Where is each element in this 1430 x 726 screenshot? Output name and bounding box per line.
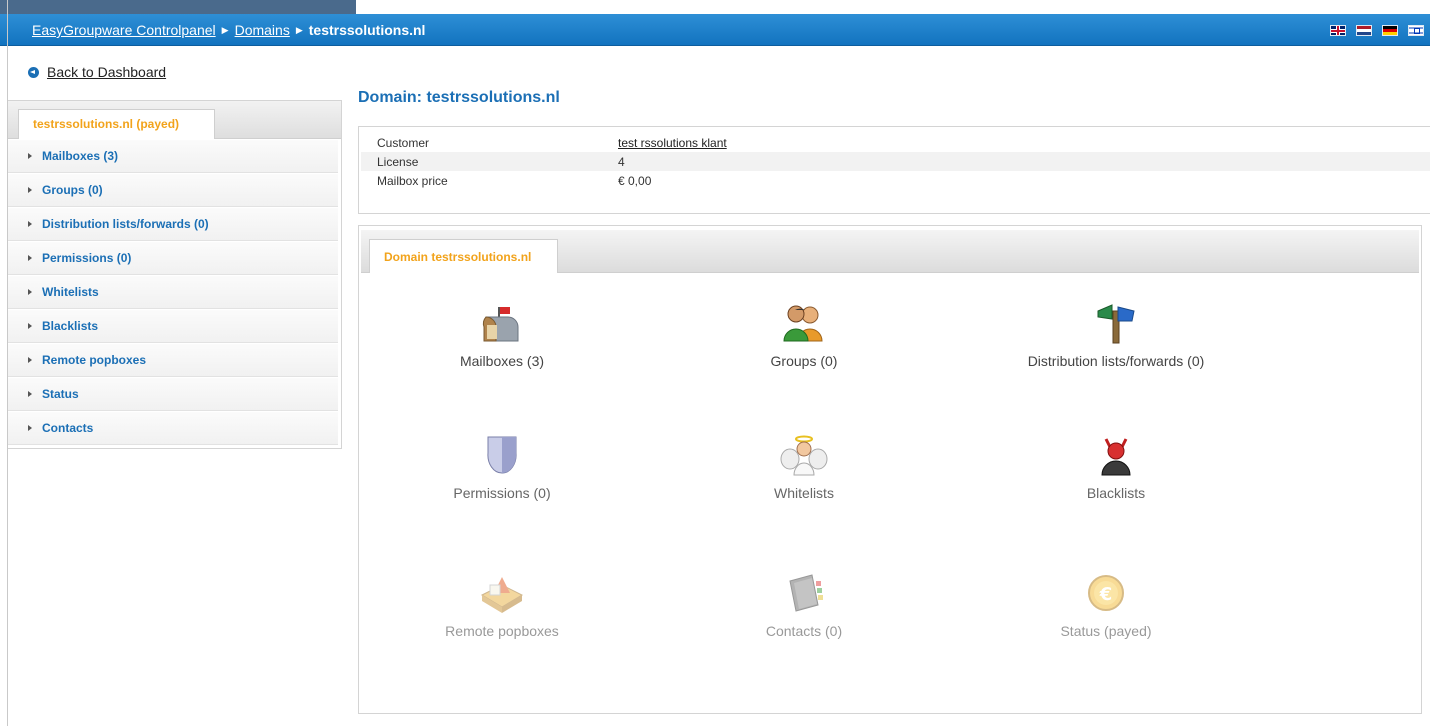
- panel-tabbar: Domain testrssolutions.nl: [361, 230, 1419, 273]
- tile-label: Groups (0): [770, 353, 838, 369]
- tile-label: Contacts (0): [765, 623, 843, 639]
- domain-info-table: Customer test rssolutions klant License …: [358, 126, 1430, 214]
- tile-contacts[interactable]: Contacts (0): [694, 571, 914, 639]
- triangle-right-icon: [28, 255, 32, 261]
- info-key: License: [377, 154, 419, 169]
- breadcrumb-separator-icon: ▶: [295, 25, 303, 35]
- sidebar-item-label: Groups (0): [42, 183, 103, 197]
- mailbox-icon: [478, 301, 526, 345]
- tile-status[interactable]: € Status (payed): [996, 571, 1216, 639]
- breadcrumb-root-link[interactable]: EasyGroupware Controlpanel: [32, 22, 216, 38]
- shield-icon: [478, 433, 526, 477]
- sidebar-item-groups[interactable]: Groups (0): [8, 173, 338, 207]
- sidebar-item-label: Distribution lists/forwards (0): [42, 217, 209, 231]
- back-arrow-icon: [28, 66, 39, 78]
- customer-link[interactable]: test rssolutions klant: [608, 136, 727, 150]
- tile-mailboxes[interactable]: Mailboxes (3): [392, 301, 612, 369]
- tile-label: Distribution lists/forwards (0): [1027, 353, 1205, 369]
- tile-label: Permissions (0): [453, 485, 551, 501]
- info-row-mailbox-price: Mailbox price € 0,00: [361, 171, 1430, 190]
- tile-whitelists[interactable]: Whitelists: [694, 433, 914, 501]
- sidebar-domain-tab[interactable]: testrssolutions.nl (payed): [18, 109, 215, 139]
- triangle-right-icon: [28, 323, 32, 329]
- sidebar-item-label: Contacts: [42, 421, 94, 435]
- info-row-customer: Customer test rssolutions klant: [361, 133, 1430, 152]
- sidebar-item-remote-popboxes[interactable]: Remote popboxes: [8, 343, 338, 377]
- triangle-right-icon: [28, 357, 32, 363]
- euro-coin-icon: €: [1082, 571, 1130, 615]
- tile-blacklists[interactable]: Blacklists: [1006, 433, 1226, 501]
- sidebar-item-label: Remote popboxes: [42, 353, 147, 367]
- info-value: 4: [618, 154, 625, 169]
- top-strip: [0, 0, 1430, 14]
- tile-distribution-lists[interactable]: Distribution lists/forwards (0): [996, 301, 1236, 369]
- tile-groups[interactable]: Groups (0): [694, 301, 914, 369]
- tile-permissions[interactable]: Permissions (0): [392, 433, 612, 501]
- breadcrumb-separator-icon: ▶: [221, 25, 229, 35]
- triangle-right-icon: [28, 153, 32, 159]
- sidebar-item-status[interactable]: Status: [8, 377, 338, 411]
- sidebar-item-label: Permissions (0): [42, 251, 132, 265]
- back-to-dashboard-label: Back to Dashboard: [47, 64, 167, 80]
- uk-flag-icon[interactable]: [1330, 25, 1346, 36]
- domain-panel: Domain testrssolutions.nl Mailboxes (3): [358, 225, 1422, 714]
- sidebar-item-distribution-lists[interactable]: Distribution lists/forwards (0): [8, 207, 338, 241]
- language-flags: [1330, 25, 1424, 36]
- devil-icon: [1092, 433, 1140, 477]
- page-title: Domain: testrssolutions.nl: [358, 89, 560, 106]
- sidebar-item-whitelists[interactable]: Whitelists: [8, 275, 338, 309]
- triangle-right-icon: [28, 221, 32, 227]
- tile-remote-popboxes[interactable]: Remote popboxes: [392, 571, 612, 639]
- tile-label: Whitelists: [774, 485, 834, 501]
- inbox-tray-icon: [478, 571, 526, 615]
- sidebar-tabbar: testrssolutions.nl (payed): [8, 101, 341, 139]
- triangle-right-icon: [28, 187, 32, 193]
- tile-label: Status (payed): [1060, 623, 1152, 639]
- info-key: Customer: [377, 135, 430, 150]
- info-value: € 0,00: [618, 173, 652, 188]
- sidebar-item-mailboxes[interactable]: Mailboxes (3): [8, 139, 338, 173]
- sidebar-item-contacts[interactable]: Contacts: [8, 411, 338, 445]
- back-to-dashboard-link[interactable]: Back to Dashboard: [28, 64, 166, 80]
- sidebar-item-label: Whitelists: [42, 285, 99, 299]
- signpost-icon: [1092, 301, 1140, 345]
- users-icon: [780, 301, 828, 345]
- panel-domain-tab[interactable]: Domain testrssolutions.nl: [369, 239, 558, 273]
- sidebar-item-blacklists[interactable]: Blacklists: [8, 309, 338, 343]
- sidebar-menu: Mailboxes (3) Groups (0) Distribution li…: [8, 139, 341, 445]
- sidebar-item-label: Blacklists: [42, 319, 99, 333]
- breadcrumb-current: testrssolutions.nl: [308, 22, 426, 38]
- top-strip-dark: [0, 0, 356, 14]
- header-bar: EasyGroupware Controlpanel ▶ Domains ▶ testr…: [0, 14, 1430, 46]
- nl-flag-icon[interactable]: [1356, 25, 1372, 36]
- breadcrumb: EasyGroupware Controlpanel ▶ Domains ▶ testr…: [32, 22, 425, 38]
- tile-label: Blacklists: [1086, 485, 1146, 501]
- breadcrumb-domains-link[interactable]: Domains: [235, 22, 290, 38]
- address-book-icon: [780, 571, 828, 615]
- de-flag-icon[interactable]: [1382, 25, 1398, 36]
- triangle-right-icon: [28, 289, 32, 295]
- il-flag-icon[interactable]: [1408, 25, 1424, 36]
- sidebar-item-label: Mailboxes (3): [42, 149, 119, 163]
- sidebar-item-permissions[interactable]: Permissions (0): [8, 241, 338, 275]
- svg-text:€: €: [1099, 584, 1113, 605]
- triangle-right-icon: [28, 425, 32, 431]
- info-row-license: License 4: [361, 152, 1430, 171]
- sidebar-item-label: Status: [42, 387, 79, 401]
- left-edge-border: [0, 0, 8, 726]
- sidebar: testrssolutions.nl (payed) Mailboxes (3)…: [8, 100, 342, 449]
- info-key: Mailbox price: [377, 173, 448, 188]
- tile-label: Remote popboxes: [445, 623, 559, 639]
- tile-label: Mailboxes (3): [459, 353, 545, 369]
- angel-icon: [780, 433, 828, 477]
- triangle-right-icon: [28, 391, 32, 397]
